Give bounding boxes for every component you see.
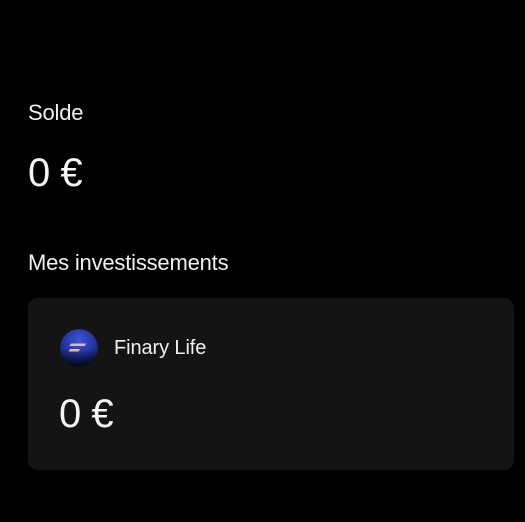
investment-value: 0 € <box>59 392 114 436</box>
investment-card-finary-life[interactable]: Finary Life 0 € <box>28 298 514 470</box>
balance-value: 0 € <box>28 151 83 195</box>
investments-section-title: Mes investissements <box>28 250 229 275</box>
balance-label: Solde <box>28 100 84 125</box>
investment-name: Finary Life <box>114 337 207 359</box>
finary-logo-icon <box>60 329 98 367</box>
